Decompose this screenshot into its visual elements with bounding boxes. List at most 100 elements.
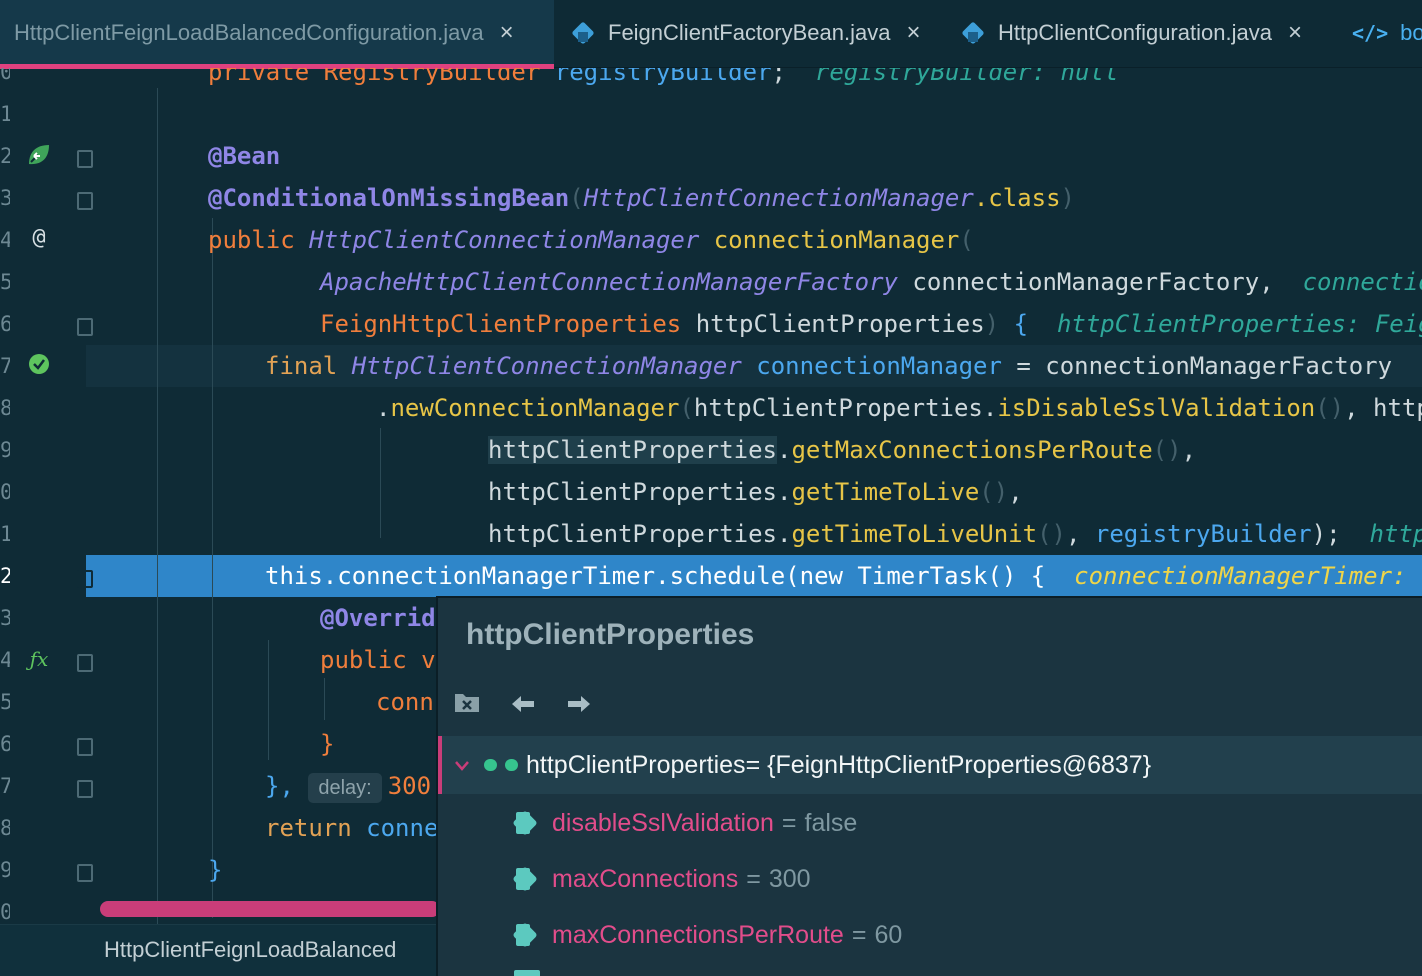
code-file-icon: </> xyxy=(1352,21,1389,45)
tab-httpclientconfiguration[interactable]: HttpClientConfiguration.java × xyxy=(960,0,1302,66)
code-line[interactable]: ApacheHttpClientConnectionManagerFactory… xyxy=(0,261,1422,303)
tab-boo[interactable]: </> boo xyxy=(1352,0,1422,66)
chevron-down-icon[interactable] xyxy=(454,752,470,778)
code-token: private xyxy=(208,68,324,86)
field-name: maxConnectionsPerRoute xyxy=(552,920,844,949)
equals-sign: = xyxy=(781,808,797,837)
code-token: connectionManagerFactory, xyxy=(912,268,1303,296)
code-line[interactable]: httpClientProperties.getTimeToLiveUnit()… xyxy=(0,513,1422,555)
code-token: } xyxy=(320,730,335,758)
tab-label: HttpClientConfiguration.java xyxy=(998,20,1272,45)
code-token: () xyxy=(1037,520,1066,548)
line-number: 1 xyxy=(0,102,10,126)
debug-value-popup[interactable]: httpClientProperties httpClientPropertie… xyxy=(436,596,1422,976)
code-token: this.connectionManagerTimer.schedule(new… xyxy=(265,562,1075,590)
code-token: ( xyxy=(959,226,974,254)
code-token: { xyxy=(1013,310,1057,338)
code-token: () xyxy=(979,478,1009,506)
code-line[interactable]: @ConditionalOnMissingBean(HttpClientConn… xyxy=(0,177,1422,219)
code-token: } xyxy=(208,856,223,884)
variable-tree-root[interactable]: httpClientProperties = {FeignHttpClientP… xyxy=(438,736,1422,794)
code-line[interactable]: public HttpClientConnectionManager conne… xyxy=(0,219,1422,261)
code-token: ) xyxy=(984,310,1014,338)
inline-debug-value: connectionManagerTimer: Tim xyxy=(1074,562,1422,590)
code-token: () xyxy=(1315,394,1345,422)
tab-feignclientfactorybean[interactable]: FeignClientFactoryBean.java × xyxy=(570,0,921,66)
code-token: FeignHttpClientProperties xyxy=(320,310,696,338)
code-token: = connectionManagerFactory xyxy=(1001,352,1421,380)
code-line[interactable]: FeignHttpClientProperties httpClientProp… xyxy=(0,303,1422,345)
code-token: ApacheHttpClientConnectionManagerFactory xyxy=(320,268,913,296)
popup-title: httpClientProperties xyxy=(466,618,755,651)
java-class-icon xyxy=(570,20,596,46)
code-token-highlighted[interactable]: httpClientProperties xyxy=(488,436,777,464)
code-token: HttpClientConnectionManager xyxy=(351,352,757,380)
close-icon[interactable]: × xyxy=(1288,19,1302,47)
code-token: ( xyxy=(569,184,584,212)
variable-field[interactable]: maxConnections = 300 xyxy=(514,859,811,899)
equals-sign: = xyxy=(746,864,761,893)
remove-from-watches-icon[interactable] xyxy=(452,690,482,721)
horizontal-scrollbar[interactable] xyxy=(100,901,440,917)
code-line[interactable]: httpClientProperties.getTimeToLive(), xyxy=(0,471,1422,513)
close-icon[interactable]: × xyxy=(500,19,514,47)
code-token: .class xyxy=(973,184,1061,212)
tab-label: HttpClientFeignLoadBalancedConfiguration… xyxy=(14,20,484,45)
code-token: @ConditionalOnMissingBean xyxy=(208,184,570,212)
code-token: 300 xyxy=(387,772,432,800)
inline-debug-value: httpClientProperties: FeignH xyxy=(1056,310,1422,338)
variable-field[interactable]: disableSslValidation = false xyxy=(514,803,857,843)
code-token: RegistryBuilder xyxy=(323,68,555,86)
breadcrumb-item[interactable]: HttpClientFeignLoadBalanced xyxy=(104,937,396,962)
code-token: ; xyxy=(771,68,815,86)
variable-name: httpClientProperties xyxy=(526,750,746,779)
code-line[interactable]: final HttpClientConnectionManager connec… xyxy=(0,345,1422,387)
code-token: getMaxConnectionsPerRoute xyxy=(791,436,1153,464)
java-class-icon xyxy=(960,20,986,46)
code-token: getTimeToLiveUnit xyxy=(791,520,1038,548)
inline-debug-value: httpCl xyxy=(1369,520,1422,548)
code-token: registryBuilder xyxy=(1094,520,1312,548)
code-token: ); xyxy=(1311,520,1370,548)
code-token: () xyxy=(1152,436,1182,464)
code-line[interactable]: .newConnectionManager(httpClientProperti… xyxy=(0,387,1422,429)
code-token: @Bean xyxy=(208,142,281,170)
code-token: getTimeToLive xyxy=(791,478,980,506)
field-tag-icon xyxy=(514,866,542,892)
code-line[interactable]: private RegistryBuilder registryBuilder;… xyxy=(0,68,1422,93)
close-icon[interactable]: × xyxy=(906,19,920,47)
code-token: HttpClientConnectionManager xyxy=(583,184,974,212)
tab-label: FeignClientFactoryBean.java xyxy=(608,20,891,45)
back-arrow-icon[interactable] xyxy=(508,690,538,721)
code-token: httpClientProperties. xyxy=(488,478,792,506)
code-token: }, xyxy=(265,772,309,800)
code-token: public xyxy=(208,226,310,254)
line-number: 0 xyxy=(0,900,10,924)
code-line[interactable]: @Bean xyxy=(0,135,1422,177)
equals-sign: = xyxy=(851,920,867,949)
code-token: httpClientProperties. xyxy=(488,520,792,548)
tab-label: boo xyxy=(1400,20,1422,45)
code-line[interactable]: httpClientProperties.getMaxConnectionsPe… xyxy=(0,429,1422,471)
code-token: , xyxy=(1008,478,1023,506)
field-value: 300 xyxy=(768,864,811,893)
code-token: httpClientProperties xyxy=(695,310,985,338)
code-token: ) xyxy=(1060,184,1075,212)
code-token: conne xyxy=(366,814,439,842)
inline-debug-value: connectionM xyxy=(1302,268,1422,296)
code-token: conn xyxy=(376,688,434,716)
field-tag-icon xyxy=(514,810,542,836)
forward-arrow-icon[interactable] xyxy=(564,690,594,721)
code-token: return xyxy=(265,814,367,842)
parameter-hint: delay: xyxy=(308,773,382,803)
popup-toolbar xyxy=(452,688,594,722)
code-token: public xyxy=(320,646,422,674)
watch-glasses-icon xyxy=(484,757,518,773)
tab-httpclientfeignloadbalancedconfiguration[interactable]: HttpClientFeignLoadBalancedConfiguration… xyxy=(0,0,554,69)
code-line-execution-point[interactable]: this.connectionManagerTimer.schedule(new… xyxy=(0,555,1422,597)
field-tag-icon xyxy=(514,922,542,948)
field-value: 60 xyxy=(874,920,903,949)
variable-field[interactable]: maxConnectionsPerRoute = 60 xyxy=(514,915,902,955)
code-token: @Overrid xyxy=(320,604,436,632)
code-token: . xyxy=(376,394,391,422)
